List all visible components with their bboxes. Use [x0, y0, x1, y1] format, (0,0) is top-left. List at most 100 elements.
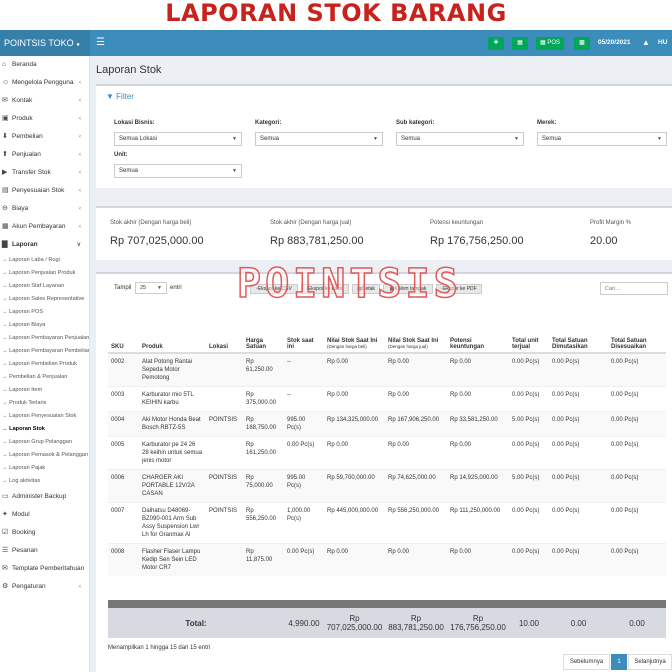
sidebar-subitem-laporan-pemasok-pelanggan[interactable]: → Laporan Pemasok & Pelanggan	[0, 449, 89, 462]
sidebar-subitem-laporan-staf-layanan[interactable]: → Laporan Staf Layanan	[0, 280, 89, 293]
sidebar-subitem-laporan-pos[interactable]: → Laporan POS	[0, 306, 89, 319]
sidebar-item-template-pemberitahuan[interactable]: ✉ Template Pemberitahuan	[0, 560, 89, 578]
sidebar-subitem-laporan-pembayaran-penjualan[interactable]: → Laporan Pembayaran Penjualan	[0, 332, 89, 345]
caret-down-icon: ▼	[514, 136, 519, 142]
table-cell: POINTSIS	[206, 411, 243, 437]
cog-icon: ⚙	[2, 583, 9, 590]
sidebar-item-pengaturan[interactable]: ⚙ Pengaturan ‹	[0, 578, 89, 596]
sidebar-subitem-label: Laporan Staf Layanan	[9, 283, 65, 289]
sidebar-subitem-pembelian-penjualan[interactable]: → Pembelian & Penjualan	[0, 371, 89, 384]
chevron-left-icon: ‹	[79, 134, 81, 140]
table-row[interactable]: 0004 Aki Motor Honda Beat Bosch RBTZ-5S PO…	[108, 411, 666, 437]
sidebar-item-modul[interactable]: ✦ Modul	[0, 506, 89, 524]
sidebar-item-administer-backup[interactable]: ▭ Administer Backup	[0, 488, 89, 506]
filter-toggle[interactable]: ▼ Filter	[106, 92, 134, 101]
sidebar-toggle-icon[interactable]: ☰	[96, 30, 105, 56]
prev-page-button[interactable]: Sebelumnya	[563, 654, 610, 670]
column-header[interactable]: Total Satuan Dimutasikan	[549, 310, 608, 354]
sidebar-subitem-laporan-biaya[interactable]: → Laporan Biaya	[0, 319, 89, 332]
sidebar-subitem-laporan-grup-pelanggan[interactable]: → Laporan Grup Pelanggan	[0, 436, 89, 449]
sidebar-subitem-laporan-stok[interactable]: → Laporan Stok	[0, 423, 89, 436]
totals-transferred: 0.00	[570, 618, 587, 628]
chevron-left-icon: ‹	[79, 188, 81, 194]
horizontal-scrollbar[interactable]	[108, 600, 666, 608]
column-header[interactable]: Produk	[139, 310, 206, 354]
table-header-row: SKU Produk Lokasi Harga Satuan Stok saat ini…	[108, 310, 666, 354]
user-menu[interactable]: HU	[658, 30, 667, 56]
sidebar-item-mengelola-pengguna[interactable]: ☺ Mengelola Pengguna ‹	[0, 74, 89, 92]
column-header[interactable]: Lokasi	[206, 310, 243, 354]
table-cell: 0.00 Pc(s)	[509, 436, 549, 470]
add-button[interactable]: ✚	[488, 37, 504, 50]
search-input[interactable]	[600, 282, 668, 295]
filter-icon: ▼	[106, 92, 114, 101]
table-cell: 0.00 Pc(s)	[549, 469, 608, 503]
unit-select[interactable]: Semua ▼	[114, 164, 242, 178]
totals-sold: 10.00	[518, 618, 540, 628]
table-row[interactable]: 0006 CHARGER AKI PORTABLE 12V/2A CASAN POI…	[108, 469, 666, 503]
sidebar-subitem-laporan-item[interactable]: → Laporan Item	[0, 384, 89, 397]
table-row[interactable]: 0007 Daihatsu D48069-BZ090-001 Arm Sub As…	[108, 502, 666, 544]
column-header[interactable]: SKU	[108, 310, 139, 354]
sidebar-item-kontak[interactable]: ✉ Kontak ‹	[0, 92, 89, 110]
sidebar-item-transfer-stok[interactable]: ▶ Transfer Stok ‹	[0, 164, 89, 182]
sidebar-subitem-log-aktivitas[interactable]: → Log aktivitas	[0, 475, 89, 488]
column-header[interactable]: Harga Satuan	[243, 310, 284, 354]
column-header[interactable]: Total unit terjual	[509, 310, 549, 354]
table-cell: 1,000.00 Pc(s)	[284, 502, 324, 544]
sidebar-subitem-label: Laporan Item	[9, 387, 43, 393]
table-row[interactable]: 0008 Flasher Flaser Lampu Kedip Sen Sein …	[108, 543, 666, 576]
totals-profit: Rp 176,756,250.00	[450, 614, 506, 632]
table-cell: 0.00 Pc(s)	[549, 386, 608, 412]
table-cell: --	[284, 352, 324, 387]
sidebar-item-pembelian[interactable]: ⬇ Pembelian ‹	[0, 128, 89, 146]
next-page-button[interactable]: Selanjutnya	[628, 654, 672, 670]
category-select[interactable]: Semua ▼	[255, 132, 383, 146]
hdd-icon: ▭	[2, 493, 9, 500]
sidebar-item-produk[interactable]: ▣ Produk ‹	[0, 110, 89, 128]
pos-button[interactable]: ▦ POS	[536, 37, 564, 50]
calculator-button[interactable]: ▦	[512, 37, 528, 50]
column-header[interactable]: Total Satuan Disesuaikan	[608, 310, 666, 354]
sidebar-subitem-produk-terlaris[interactable]: → Produk Terlaris	[0, 397, 89, 410]
sidebar-subitem-laporan-pajak[interactable]: → Laporan Pajak	[0, 462, 89, 475]
table-cell: 5.00 Pc(s)	[509, 411, 549, 437]
sidebar-item-penyesuaian-stok[interactable]: ▤ Penyesuaian Stok ‹	[0, 182, 89, 200]
sidebar-item-booking[interactable]: ☑ Booking	[0, 524, 89, 542]
column-header[interactable]: Nilai Stok Saat Ini (Dengan harga jual)	[385, 310, 447, 354]
sidebar-subitem-label: Laporan Pembayaran Penjualan	[9, 335, 89, 341]
sidebar-item-pesanan[interactable]: ☰ Pesanan	[0, 542, 89, 560]
sidebar-item-laporan[interactable]: ▇ Laporan ∨	[0, 236, 89, 254]
sidebar-item-akun-pembayaran[interactable]: ▦ Akun Pembayaran ‹	[0, 218, 89, 236]
sidebar-subitem-laporan-pembelian-produk[interactable]: → Laporan Pembelian Produk	[0, 358, 89, 371]
column-header[interactable]: Stok saat ini	[284, 310, 324, 354]
page-1-button[interactable]: 1	[611, 654, 627, 670]
table-row[interactable]: 0002 Alat Potong Rantai Sepeda Motor Pemo…	[108, 352, 666, 387]
column-header[interactable]: Potensi keuntungan	[447, 310, 509, 354]
location-select[interactable]: Semua Lokasi ▼	[114, 132, 242, 146]
app-brand[interactable]: POINTSIS TOKO ●	[0, 30, 90, 56]
table-row[interactable]: 0005 Karburator pe 24 26 28 keihin untuk …	[108, 436, 666, 470]
caret-down-icon: ▼	[373, 136, 378, 142]
cash-button[interactable]: ▩	[574, 37, 590, 50]
subcategory-select[interactable]: Semua ▼	[396, 132, 524, 146]
bell-icon[interactable]: ▲	[642, 30, 650, 56]
totals-adjusted: 0.00	[629, 618, 645, 628]
column-header[interactable]: Nilai Stok Saat Ini (Dengan harga beli)	[324, 310, 385, 354]
table-row[interactable]: 0003 Karburator mio 5TL KEIHIN karbu Rp 37…	[108, 386, 666, 412]
truck-icon: ▶	[2, 169, 8, 176]
sidebar-item-penjualan[interactable]: ⬆ Penjualan ‹	[0, 146, 89, 164]
sidebar-subitem-laporan-penjualan-produk[interactable]: → Laporan Penjualan Produk	[0, 267, 89, 280]
sidebar-subitem-laporan-pembayaran-pembelian[interactable]: → Laporan Pembayaran Pembelian	[0, 345, 89, 358]
sidebar-subitem-laporan-laba-rugi[interactable]: → Laporan Laba / Rugi	[0, 254, 89, 267]
sidebar-item-biaya[interactable]: ⊖ Biaya ‹	[0, 200, 89, 218]
table-cell: Rp 168,750.00	[243, 411, 284, 437]
sidebar-subitem-laporan-sales-representative[interactable]: → Laporan Sales Representative	[0, 293, 89, 306]
brand-select[interactable]: Semua ▼	[537, 132, 667, 146]
location-value: Semua Lokasi	[119, 136, 158, 142]
page-size-select[interactable]: 25 ▼	[135, 282, 167, 294]
table-cell: POINTSIS	[206, 502, 243, 544]
sidebar-item-beranda[interactable]: ⌂ Beranda	[0, 56, 89, 74]
sidebar-subitem-laporan-penyesuaian-stok[interactable]: → Laporan Penyesuaian Stok	[0, 410, 89, 423]
sidebar-item-label: Penjualan	[12, 151, 41, 158]
